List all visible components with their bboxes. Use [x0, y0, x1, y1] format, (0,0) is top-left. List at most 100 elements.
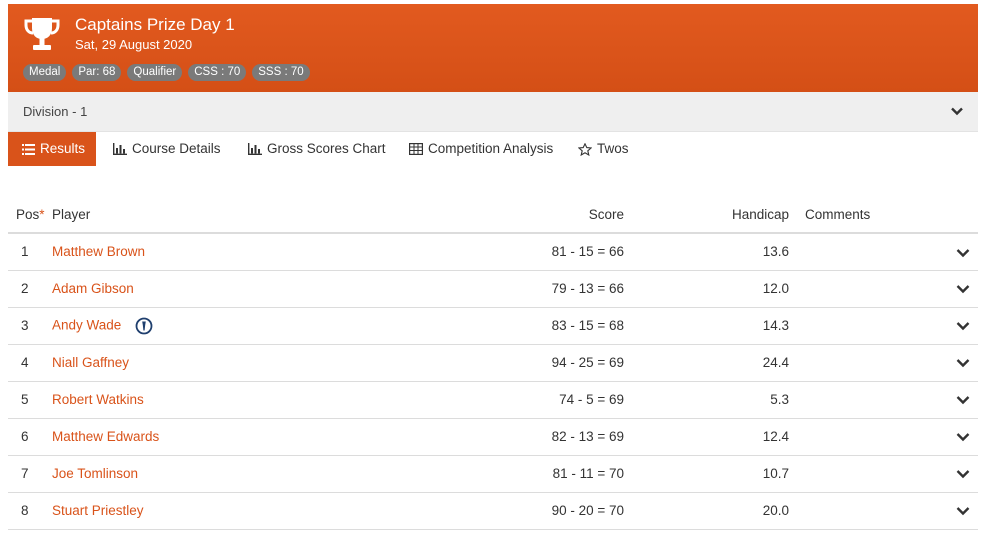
player-link[interactable]: Adam Gibson	[52, 281, 134, 296]
player-cell: Adam Gibson	[52, 270, 492, 308]
tab-bar: Results Course Details Gross Scores Char…	[8, 132, 978, 166]
player-link[interactable]: Matthew Edwards	[52, 429, 159, 444]
tab-label: Twos	[597, 141, 629, 156]
tab-gross-scores-chart[interactable]: Gross Scores Chart	[248, 132, 386, 166]
table-row[interactable]: 8 Stuart Priestley 90 - 20 = 70 20.0	[8, 492, 978, 530]
table-header-row: Pos* Player Score Handicap Comments	[8, 196, 978, 234]
expand-cell[interactable]	[938, 418, 978, 456]
competition-badges: Medal Par: 68 Qualifier CSS : 70 SSS : 7…	[23, 64, 310, 81]
comments-cell	[789, 418, 938, 456]
handicap-cell: 13.6	[624, 233, 789, 271]
pos-cell: 1	[8, 233, 52, 271]
player-link[interactable]: Niall Gaffney	[52, 355, 129, 370]
table-row[interactable]: 4 Niall Gaffney 94 - 25 = 69 24.4	[8, 344, 978, 382]
bar-chart-icon	[113, 143, 127, 155]
required-asterisk: *	[39, 206, 45, 222]
expand-cell[interactable]	[938, 492, 978, 530]
column-header-comments: Comments	[789, 196, 938, 234]
competition-date: Sat, 29 August 2020	[75, 37, 193, 52]
expand-cell[interactable]	[938, 307, 978, 345]
tab-competition-analysis[interactable]: Competition Analysis	[409, 132, 553, 166]
table-row[interactable]: 1 Matthew Brown 81 - 15 = 66 13.6	[8, 233, 978, 271]
comments-cell	[789, 381, 938, 419]
handicap-cell: 10.7	[624, 455, 789, 493]
chevron-down-icon[interactable]	[956, 506, 970, 516]
expand-cell[interactable]	[938, 455, 978, 493]
handicap-cell: 20.0	[624, 492, 789, 530]
table-row[interactable]: 7 Joe Tomlinson 81 - 11 = 70 10.7	[8, 455, 978, 493]
tab-label: Gross Scores Chart	[267, 141, 386, 156]
pos-cell: 7	[8, 455, 52, 493]
player-link[interactable]: Robert Watkins	[52, 392, 144, 407]
pos-cell: 2	[8, 270, 52, 308]
tab-results[interactable]: Results	[8, 132, 96, 166]
comments-cell	[789, 344, 938, 382]
results-table: Pos* Player Score Handicap Comments 1 Ma…	[8, 196, 978, 530]
expand-cell[interactable]	[938, 344, 978, 382]
column-header-pos[interactable]: Pos*	[8, 196, 52, 234]
comments-cell	[789, 270, 938, 308]
comments-cell	[789, 307, 938, 345]
tab-twos[interactable]: Twos	[578, 132, 629, 166]
table-row[interactable]: 6 Matthew Edwards 82 - 13 = 69 12.4	[8, 418, 978, 456]
bar-chart-icon	[248, 143, 262, 155]
competition-header: Captains Prize Day 1 Sat, 29 August 2020…	[8, 4, 978, 92]
badge-qualifier: Qualifier	[127, 64, 183, 81]
column-header-player[interactable]: Player	[52, 196, 492, 234]
handicap-cell: 14.3	[624, 307, 789, 345]
score-cell: 81 - 15 = 66	[492, 233, 624, 271]
badge-format: Medal	[23, 64, 67, 81]
chevron-down-icon[interactable]	[956, 395, 970, 405]
player-link[interactable]: Andy Wade	[52, 317, 121, 332]
comments-cell	[789, 492, 938, 530]
player-cell: Robert Watkins	[52, 381, 492, 419]
score-cell: 81 - 11 = 70	[492, 455, 624, 493]
competition-title: Captains Prize Day 1	[75, 15, 235, 34]
player-link[interactable]: Stuart Priestley	[52, 503, 144, 518]
player-link[interactable]: Matthew Brown	[52, 244, 145, 259]
pos-cell: 3	[8, 307, 52, 345]
division-label: Division - 1	[23, 104, 88, 119]
score-cell: 83 - 15 = 68	[492, 307, 624, 345]
badge-css: CSS : 70	[188, 64, 247, 81]
table-icon	[409, 143, 423, 155]
pos-cell: 4	[8, 344, 52, 382]
pos-cell: 6	[8, 418, 52, 456]
division-selector[interactable]: Division - 1	[8, 92, 978, 132]
pos-cell: 5	[8, 381, 52, 419]
comments-cell	[789, 455, 938, 493]
chevron-down-icon[interactable]	[956, 284, 970, 294]
score-cell: 79 - 13 = 66	[492, 270, 624, 308]
star-icon	[578, 142, 592, 156]
badge-sss: SSS : 70	[252, 64, 310, 81]
table-row[interactable]: 3 Andy Wade 83 - 15 = 68 14.3	[8, 307, 978, 345]
table-row[interactable]: 2 Adam Gibson 79 - 13 = 66 12.0	[8, 270, 978, 308]
chevron-down-icon[interactable]	[956, 432, 970, 442]
handicap-cell: 12.0	[624, 270, 789, 308]
chevron-down-icon[interactable]	[956, 321, 970, 331]
chevron-down-icon[interactable]	[956, 248, 970, 258]
table-row[interactable]: 5 Robert Watkins 74 - 5 = 69 5.3	[8, 381, 978, 419]
expand-cell[interactable]	[938, 233, 978, 271]
expand-cell[interactable]	[938, 270, 978, 308]
player-cell: Andy Wade	[52, 307, 492, 345]
tab-label: Course Details	[132, 141, 221, 156]
player-cell: Stuart Priestley	[52, 492, 492, 530]
handicap-cell: 12.4	[624, 418, 789, 456]
tab-label: Competition Analysis	[428, 141, 554, 156]
score-cell: 94 - 25 = 69	[492, 344, 624, 382]
column-header-score[interactable]: Score	[492, 196, 624, 234]
score-cell: 90 - 20 = 70	[492, 492, 624, 530]
player-link[interactable]: Joe Tomlinson	[52, 466, 138, 481]
column-header-expand	[938, 196, 978, 234]
handicap-cell: 24.4	[624, 344, 789, 382]
trophy-icon	[24, 18, 60, 50]
expand-cell[interactable]	[938, 381, 978, 419]
tab-course-details[interactable]: Course Details	[113, 132, 221, 166]
list-icon	[22, 143, 35, 155]
chevron-down-icon[interactable]	[956, 469, 970, 479]
tab-label: Results	[40, 141, 86, 156]
chevron-down-icon[interactable]	[956, 358, 970, 368]
chevron-down-icon	[951, 107, 963, 116]
column-header-handicap[interactable]: Handicap	[624, 196, 789, 234]
